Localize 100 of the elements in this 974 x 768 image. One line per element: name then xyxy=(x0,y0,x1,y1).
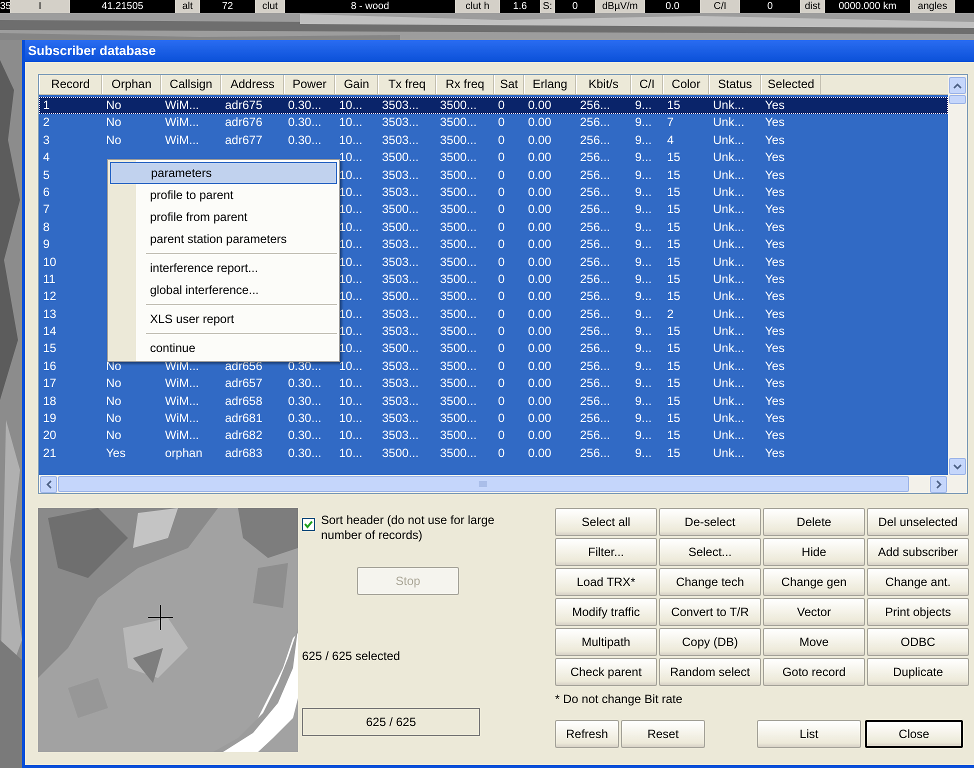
menu-item[interactable]: parameters xyxy=(110,162,337,184)
table-cell-text: 0.00 xyxy=(527,288,552,306)
action-button[interactable]: Delete xyxy=(763,508,865,536)
table-cell-text: adr683 xyxy=(224,444,264,462)
action-button[interactable]: Move xyxy=(763,628,865,656)
table-cell-text: 9... xyxy=(634,288,653,306)
action-button[interactable]: Filter... xyxy=(555,538,657,566)
table-cell-text: 256... xyxy=(579,444,612,462)
scroll-left-button[interactable] xyxy=(40,476,57,492)
column-header[interactable]: Address xyxy=(221,75,284,94)
table-cell-text: Unk... xyxy=(712,270,746,288)
table-cell-text: 3500... xyxy=(381,218,420,236)
table-cell-text: 15 xyxy=(666,236,682,254)
action-button[interactable]: Check parent xyxy=(555,658,657,686)
table-cell-text: 3503... xyxy=(381,97,420,114)
table-cell-text: 0.30... xyxy=(287,375,322,392)
table-cell-text: 1 xyxy=(42,97,51,114)
table-cell-text: 17 xyxy=(42,375,58,392)
action-button[interactable]: Select... xyxy=(659,538,761,566)
footer-button[interactable]: Reset xyxy=(621,720,705,748)
readout-label: I xyxy=(10,0,70,13)
action-button[interactable]: Modify traffic xyxy=(555,598,657,626)
action-button[interactable]: Random select xyxy=(659,658,761,686)
column-header[interactable]: Rx freq xyxy=(436,75,494,94)
action-button[interactable]: Print objects xyxy=(867,598,969,626)
table-cell-text: 256... xyxy=(579,410,612,428)
column-header[interactable]: Sat xyxy=(494,75,524,94)
column-header[interactable]: Record xyxy=(39,75,102,94)
table-cell-text: 0 xyxy=(497,444,506,462)
table-cell-text: 3500... xyxy=(439,444,478,462)
action-button[interactable]: Change gen xyxy=(763,568,865,596)
table-cell-text: 9... xyxy=(634,392,653,410)
readout-label: C/I xyxy=(700,0,740,13)
table-cell-text: 0.00 xyxy=(527,184,552,201)
readout-label: angles xyxy=(910,0,955,13)
column-header[interactable]: Color xyxy=(663,75,709,94)
table-cell-text: adr657 xyxy=(224,375,264,392)
action-button[interactable]: Del unselected xyxy=(867,508,969,536)
table-cell-text: Yes xyxy=(764,97,786,114)
table-cell-text: 3503... xyxy=(381,306,420,323)
table-cell-text: 3503... xyxy=(381,358,420,375)
action-button[interactable]: Copy (DB) xyxy=(659,628,761,656)
column-header[interactable]: Erlang xyxy=(524,75,576,94)
action-button[interactable]: Vector xyxy=(763,598,865,626)
table-cell-text: 0.00 xyxy=(527,114,552,132)
table-cell-text: 7 xyxy=(42,201,51,218)
column-header[interactable]: Kbit/s xyxy=(576,75,631,94)
footer-button[interactable]: Close xyxy=(865,720,963,748)
action-button[interactable]: Change ant. xyxy=(867,568,969,596)
action-button[interactable]: Goto record xyxy=(763,658,865,686)
table-cell-text: 10... xyxy=(338,410,364,428)
table-cell-text: 0.00 xyxy=(527,444,552,462)
table-cell-text: 256... xyxy=(579,149,612,166)
column-header[interactable]: Gain xyxy=(335,75,378,94)
table-row[interactable]: 1 No WiM... adr675 0.30... 10... 3503... 3500... 0 0.00 256... 9... 15 Unk... Yes xyxy=(39,97,948,114)
table-cell-text: 0.00 xyxy=(527,340,552,358)
scroll-up-button[interactable] xyxy=(949,77,966,94)
table-cell-text: 15 xyxy=(666,254,682,271)
scroll-thumb[interactable] xyxy=(949,95,966,104)
action-button[interactable]: Multipath xyxy=(555,628,657,656)
table-cell-text: 15 xyxy=(666,427,682,444)
column-header[interactable]: C/I xyxy=(631,75,663,94)
action-button[interactable]: Load TRX* xyxy=(555,568,657,596)
column-header[interactable]: Tx freq xyxy=(378,75,436,94)
scroll-thumb[interactable] xyxy=(58,476,909,492)
action-button[interactable]: Duplicate xyxy=(867,658,969,686)
column-header[interactable]: Orphan xyxy=(102,75,161,94)
action-button[interactable]: Select all xyxy=(555,508,657,536)
table-cell-text: 0 xyxy=(497,358,506,375)
table-cell-text: 0.00 xyxy=(527,236,552,254)
table-cell-text: 5 xyxy=(42,166,51,184)
column-header[interactable]: Status xyxy=(709,75,761,94)
table-cell-text: 3503... xyxy=(381,410,420,428)
table-cell-text: 15 xyxy=(666,184,682,201)
table-cell-text: 256... xyxy=(579,340,612,358)
scroll-down-button[interactable] xyxy=(949,458,966,475)
action-button[interactable]: De-select xyxy=(659,508,761,536)
table-cell-text: 3500... xyxy=(439,410,478,428)
table-cell-text: 3503... xyxy=(381,166,420,184)
table-cell-text: Unk... xyxy=(712,201,746,218)
readout-label: dBµV/m xyxy=(595,0,645,13)
column-header[interactable]: Callsign xyxy=(161,75,221,94)
action-button[interactable]: Change tech xyxy=(659,568,761,596)
checkbox[interactable] xyxy=(302,518,315,531)
table-cell-text: 3500... xyxy=(439,288,478,306)
readout-label: S: xyxy=(540,0,555,13)
table-cell-text: 15 xyxy=(666,288,682,306)
table-cell-text: WiM... xyxy=(164,427,200,444)
table-cell-text: 256... xyxy=(579,427,612,444)
scroll-right-button[interactable] xyxy=(930,476,947,492)
action-button[interactable]: Convert to T/R xyxy=(659,598,761,626)
action-button[interactable]: Add subscriber xyxy=(867,538,969,566)
table-cell-text: 3500... xyxy=(439,392,478,410)
footer-button[interactable]: Refresh xyxy=(555,720,619,748)
action-button[interactable]: Hide xyxy=(763,538,865,566)
footer-button[interactable]: List xyxy=(757,720,861,748)
table-cell-text: 0.00 xyxy=(527,323,552,340)
action-button[interactable]: ODBC xyxy=(867,628,969,656)
column-header[interactable]: Power xyxy=(284,75,335,94)
table-cell-text: 10... xyxy=(338,236,364,254)
